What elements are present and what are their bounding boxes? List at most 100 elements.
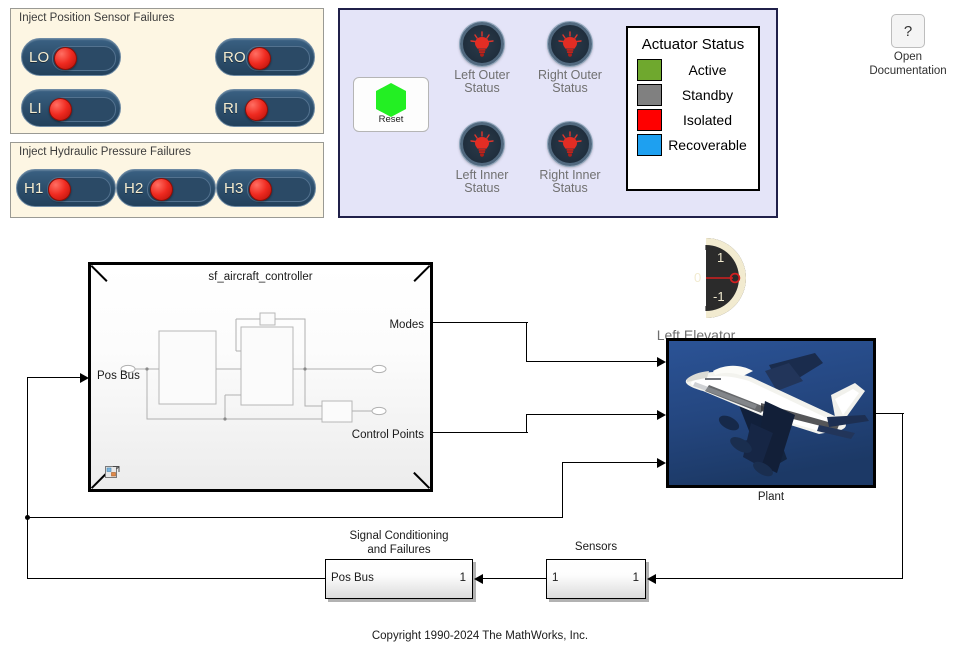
signal-plant3-seg-h — [562, 462, 659, 464]
toggle-h3-label: H3 — [224, 179, 244, 197]
lamp-bulb-icon — [548, 22, 592, 66]
block-signal-conditioning[interactable]: Pos Bus 1 — [325, 559, 473, 599]
toggle-lo-label: LO — [29, 48, 50, 66]
toggle-h3-knob[interactable] — [249, 178, 272, 201]
bulb-glyph — [558, 131, 582, 157]
lamp-caption-line2: Status — [464, 81, 500, 95]
toggle-ro-label: RO — [223, 48, 246, 66]
toggle-lo[interactable]: LO — [21, 38, 121, 76]
toggle-h3[interactable]: H3 — [216, 169, 316, 207]
signal-conditioning-output-label: 1 — [459, 572, 466, 584]
bulb-glyph — [470, 31, 494, 57]
reset-button-label: Reset — [378, 114, 404, 125]
signal-plant3-seg-v — [562, 462, 564, 518]
toggle-li-label: LI — [29, 99, 42, 117]
signal-sensors-to-sigcond — [482, 578, 546, 580]
signal-conditioning-input-label: Pos Bus — [331, 572, 374, 584]
toggle-ri-knob[interactable] — [245, 98, 268, 121]
lamp-bulb-icon — [460, 122, 504, 166]
signal-conditioning-block-label: Signal Conditioning and Failures — [325, 529, 473, 557]
toggle-h1[interactable]: H1 — [16, 169, 116, 207]
signal-posbus-seg-v — [27, 377, 29, 518]
signal-posbus-seg-h — [27, 377, 82, 379]
signal-cp-seg-h1 — [433, 432, 528, 434]
lamp-caption-line1: Left Outer — [454, 68, 510, 82]
reset-button[interactable]: Reset — [353, 77, 429, 132]
signal-conditioning-label-line1: Signal Conditioning — [349, 530, 449, 542]
block-plant[interactable] — [666, 338, 876, 488]
toggle-h1-knob[interactable] — [48, 178, 71, 201]
signal-modes-seg-h1 — [433, 322, 528, 324]
model-reference-icon — [105, 466, 120, 478]
lamp-left-outer-caption: Left Outer Status — [439, 69, 525, 95]
bulb-glyph — [558, 31, 582, 57]
lamp-left-outer[interactable]: Left Outer Status — [439, 22, 525, 95]
signal-plantout-v — [902, 413, 904, 579]
signal-bottomrail-v — [27, 517, 29, 579]
controller-input-port-label: Pos Bus — [97, 370, 140, 382]
lamp-right-outer-caption: Right Outer Status — [527, 69, 613, 95]
legend-label-recoverable: Recoverable — [668, 137, 747, 153]
gauge-dial: 1 0 -1 — [694, 238, 746, 318]
controller-output-port-modes: Modes — [389, 319, 424, 331]
copyright-text: Copyright 1990-2024 The MathWorks, Inc. — [371, 630, 589, 642]
signal-plantout-h2 — [655, 578, 903, 580]
signal-cp-arrow — [657, 410, 666, 420]
legend-row-isolated: Isolated — [637, 109, 749, 131]
lamp-bulb-icon — [460, 22, 504, 66]
toggle-h1-label: H1 — [24, 179, 44, 197]
legend-swatch-standby — [637, 84, 662, 106]
lamp-right-outer[interactable]: Right Outer Status — [527, 22, 613, 95]
lamp-left-inner-caption: Left Inner Status — [439, 169, 525, 195]
lamp-right-inner[interactable]: Right Inner Status — [527, 122, 613, 195]
bulb-glyph — [470, 131, 494, 157]
legend-swatch-recoverable — [637, 134, 662, 156]
signal-plantout-arrow — [647, 574, 656, 584]
signal-midrail-h — [27, 517, 562, 519]
block-sf-aircraft-controller[interactable]: sf_aircraft_controller Pos Bus Modes Con… — [88, 262, 433, 492]
signal-plant3-arrow — [657, 458, 666, 468]
sensors-block-label: Sensors — [574, 541, 618, 553]
panel-title-hydraulic: Inject Hydraulic Pressure Failures — [19, 146, 191, 158]
legend-swatch-active — [637, 59, 662, 81]
toggle-h2[interactable]: H2 — [116, 169, 216, 207]
lamp-bulb-icon — [548, 122, 592, 166]
open-documentation-label: Open Documentation — [853, 50, 960, 78]
signal-modes-seg-v — [526, 322, 528, 362]
toggle-ri-label: RI — [223, 99, 239, 117]
toggle-h2-label: H2 — [124, 179, 144, 197]
signal-modes-seg-h2 — [526, 361, 659, 363]
panel-title-position-sensor: Inject Position Sensor Failures — [19, 12, 175, 24]
toggle-ro[interactable]: RO — [215, 38, 315, 76]
open-documentation-button[interactable]: ? — [891, 14, 925, 48]
sensors-output-label: 1 — [632, 572, 639, 584]
toggle-ro-knob[interactable] — [248, 47, 271, 70]
lamp-caption-line2: Status — [552, 81, 588, 95]
legend-label-isolated: Isolated — [682, 112, 733, 128]
gauge-tick-mid: 0 — [694, 270, 701, 285]
simulink-model-canvas: Inject Position Sensor Failures LO RO LI… — [0, 0, 960, 656]
toggle-li-knob[interactable] — [49, 98, 72, 121]
legend-title: Actuator Status — [641, 36, 745, 53]
gauge-left-elevator: 1 0 -1 Left Elevator — [636, 236, 756, 343]
signal-cp-seg-v — [526, 414, 528, 433]
toggle-h2-knob[interactable] — [150, 178, 173, 201]
toggle-lo-knob[interactable] — [54, 47, 77, 70]
signal-sensors-to-sigcond-arrow — [474, 574, 483, 584]
toggle-ri[interactable]: RI — [215, 89, 315, 127]
controller-output-port-control-points: Control Points — [351, 429, 424, 441]
signal-bottomrail-h — [27, 578, 326, 580]
block-sensors[interactable]: 1 1 — [546, 559, 646, 599]
actuator-status-legend: Actuator Status Active Standby Isolated … — [626, 26, 760, 191]
signal-plantout-h1 — [876, 413, 904, 415]
toggle-li[interactable]: LI — [21, 89, 121, 127]
doc-caption-line2: Documentation — [869, 65, 947, 77]
lamp-caption-line1: Right Outer — [538, 68, 602, 82]
lamp-left-inner[interactable]: Left Inner Status — [439, 122, 525, 195]
signal-posbus-arrow — [80, 373, 89, 383]
doc-caption-line1: Open — [893, 51, 923, 63]
legend-row-recoverable: Recoverable — [637, 134, 749, 156]
plant-block-label: Plant — [757, 491, 785, 503]
legend-swatch-isolated — [637, 109, 662, 131]
legend-row-active: Active — [637, 59, 749, 81]
